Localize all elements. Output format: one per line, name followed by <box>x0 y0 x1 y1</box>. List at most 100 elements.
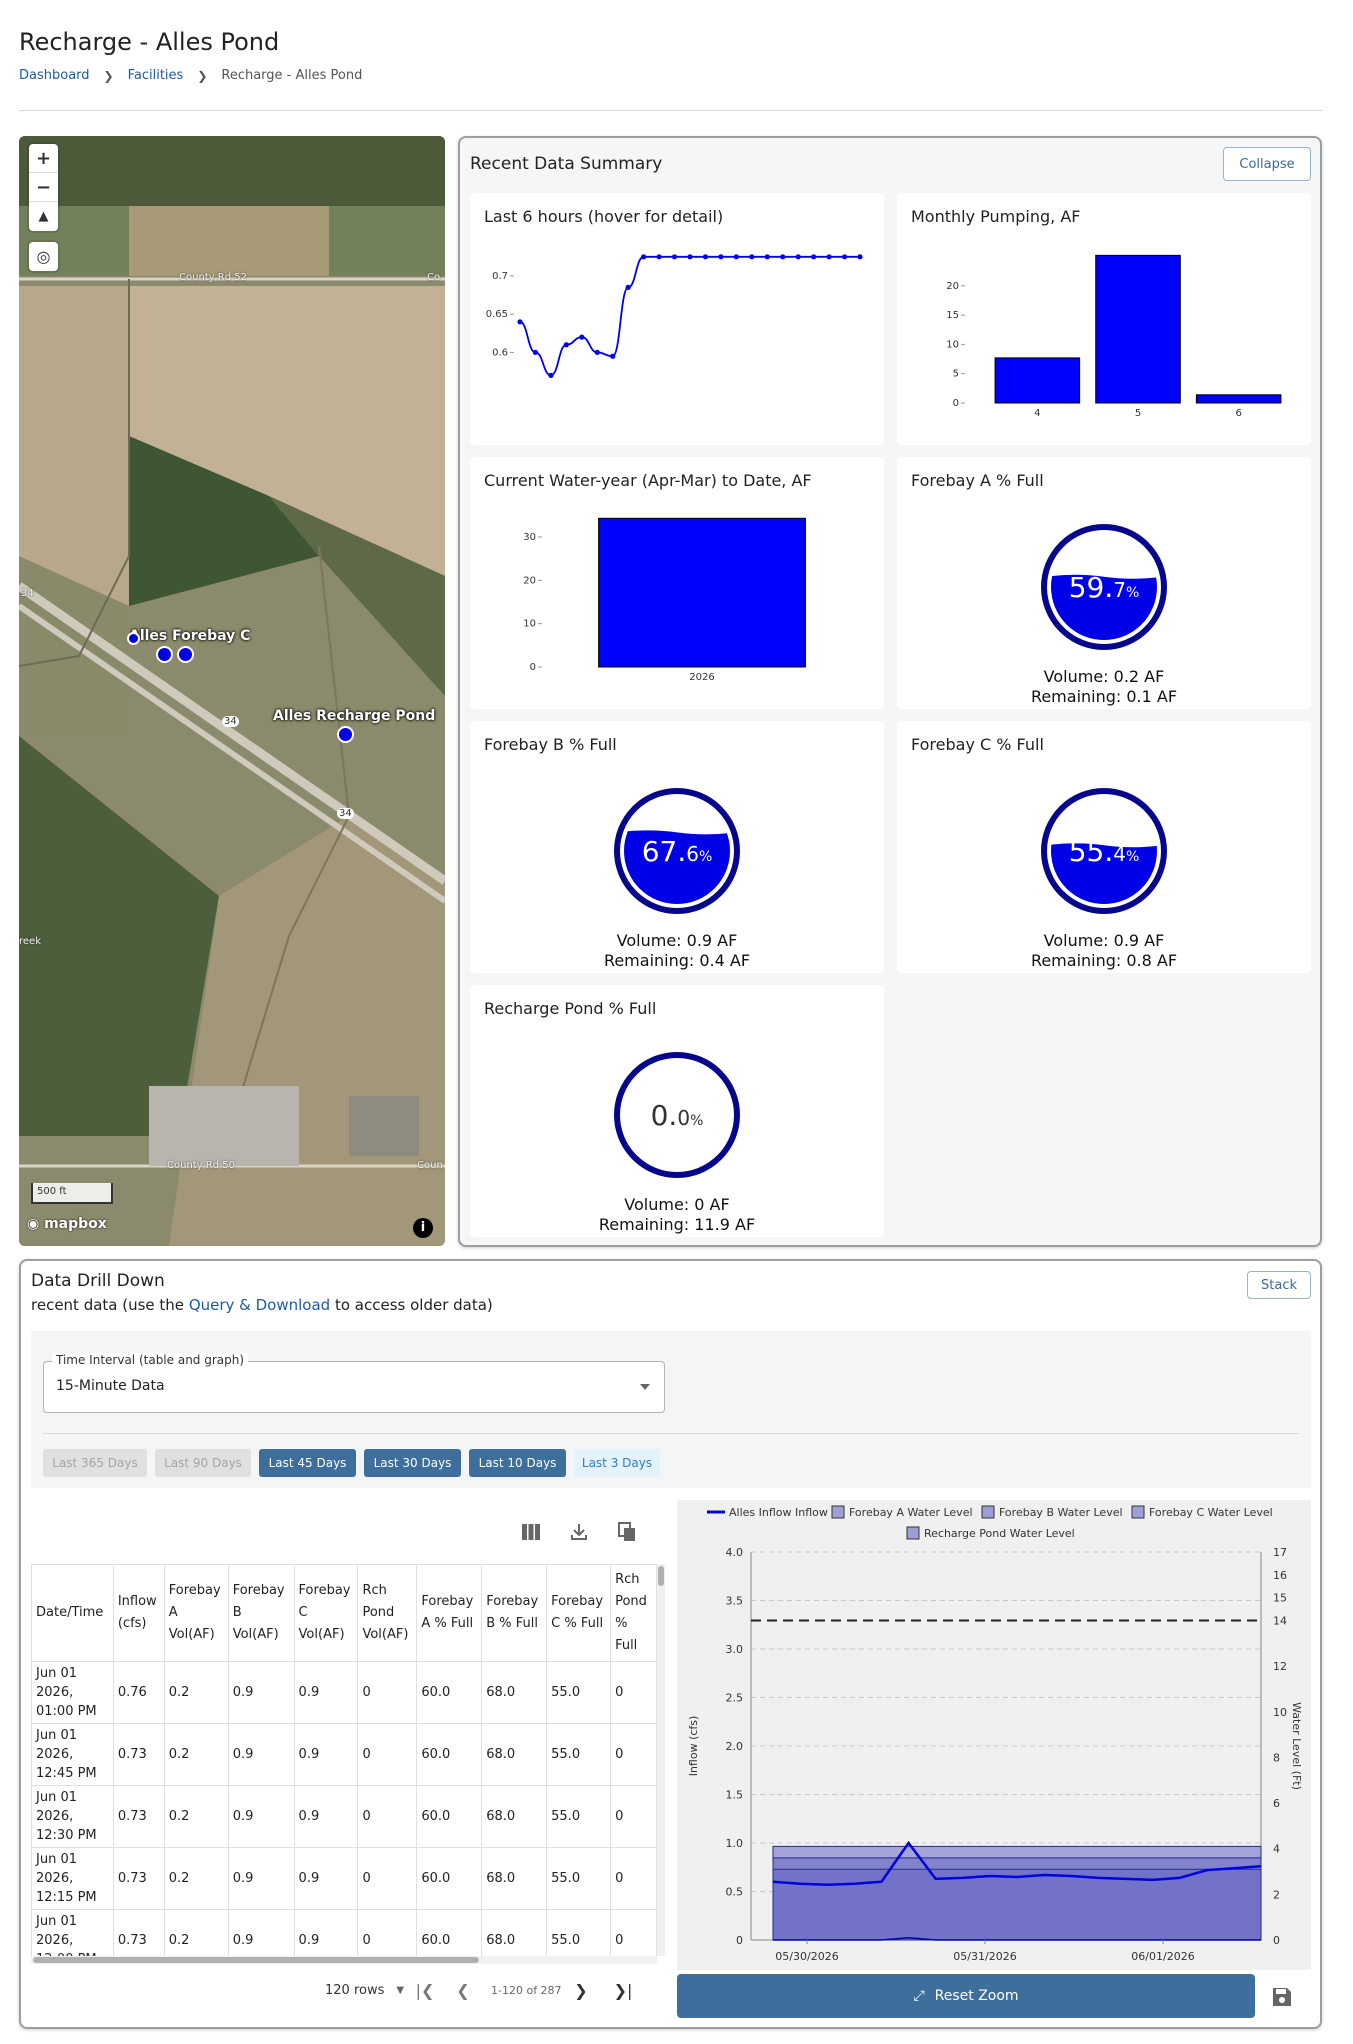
y-right-tick-label: 14 <box>1273 1614 1287 1627</box>
time-interval-select[interactable]: Time Interval (table and graph) 15-Minut… <box>43 1353 665 1413</box>
last-page-icon[interactable]: ❯| <box>611 1978 635 2002</box>
recharge-pond-volume: Volume: 0 AF <box>624 1195 730 1214</box>
table-cell: 0.9 <box>293 1661 359 1724</box>
water-year-bar-chart[interactable]: 0 10 20 30 2026 <box>470 457 884 709</box>
table-row[interactable]: Jun 01 2026, 12:45 PM 0.73 0.2 0.9 0.9 0 60.0 6… <box>31 1723 657 1786</box>
card-forebay-b: Forebay B % Full 67.6% Volume: 0.9 AF Re… <box>470 721 884 973</box>
breadcrumb-dashboard[interactable]: Dashboard <box>19 68 90 83</box>
y-tick-label: 0.7 <box>492 271 508 282</box>
scroll-thumb[interactable] <box>33 1957 479 1963</box>
zoom-in-button[interactable]: + <box>29 144 58 173</box>
column-header[interactable]: Forebay C % Full <box>546 1564 612 1662</box>
column-header[interactable]: Date/Time <box>31 1564 114 1662</box>
bar <box>1195 394 1282 404</box>
compass-button[interactable]: ▲ <box>29 202 58 231</box>
copy-icon[interactable] <box>615 1520 639 1544</box>
data-table-area: Date/Time Inflow (cfs) Forebay A Vol(AF)… <box>31 1500 665 2020</box>
query-download-link[interactable]: Query & Download <box>189 1296 330 1314</box>
data-point <box>610 353 616 359</box>
range-30-days-button[interactable]: Last 30 Days <box>364 1449 461 1477</box>
column-header[interactable]: Rch Pond % Full <box>610 1564 657 1662</box>
table-cell: 0 <box>357 1909 418 1956</box>
table-cell: 0.2 <box>163 1847 229 1910</box>
data-point <box>826 254 832 260</box>
map-marker-recharge-pond[interactable] <box>337 726 354 743</box>
data-point <box>548 372 554 378</box>
data-point <box>811 254 817 260</box>
table-cell: 0 <box>610 1723 657 1786</box>
map-marker-forebay-b[interactable] <box>156 646 173 663</box>
table-cell: 68.0 <box>481 1661 548 1724</box>
table-cell: 0.9 <box>227 1723 295 1786</box>
column-header[interactable]: Forebay A Vol(AF) <box>163 1564 229 1662</box>
column-header[interactable]: Inflow (cfs) <box>112 1564 165 1662</box>
legend-swatch <box>831 1505 845 1519</box>
y-tick-label: 5 <box>953 369 959 380</box>
info-icon[interactable]: i <box>413 1218 433 1238</box>
map-marker-forebay-a[interactable] <box>127 632 140 645</box>
collapse-button[interactable]: Collapse <box>1223 147 1311 181</box>
save-icon[interactable] <box>1271 1986 1293 2008</box>
drill-down-time-series-chart[interactable]: Alles Inflow Inflow Forebay A Water Level… <box>677 1500 1311 1970</box>
column-header[interactable]: Rch Pond Vol(AF) <box>357 1564 418 1662</box>
satellite-map[interactable]: + − ▲ ◎ County Rd 52 Co County Rd 50 Cou… <box>19 136 445 1246</box>
map-marker-forebay-c[interactable] <box>177 646 194 663</box>
first-page-icon[interactable]: |❮ <box>413 1978 437 2002</box>
table-cell: 0.9 <box>293 1909 359 1956</box>
table-cell: Jun 01 2026, 12:30 PM <box>31 1785 114 1848</box>
reset-zoom-button[interactable]: ⤢ Reset Zoom <box>677 1974 1255 2018</box>
table-scroll-container[interactable]: Date/Time Inflow (cfs) Forebay A Vol(AF)… <box>31 1564 657 1956</box>
scroll-thumb[interactable] <box>658 1566 664 1586</box>
y-tick-label: 0 <box>953 398 959 409</box>
columns-icon[interactable] <box>519 1520 543 1544</box>
table-cell: 0 <box>610 1785 657 1848</box>
y-left-tick-label: 0.5 <box>726 1886 744 1899</box>
column-header[interactable]: Forebay B Vol(AF) <box>227 1564 295 1662</box>
table-cell: 0 <box>357 1785 418 1848</box>
table-row[interactable]: Jun 01 2026, 12:15 PM 0.73 0.2 0.9 0.9 0 60.0 6… <box>31 1847 657 1910</box>
gauge-value: 0.0% <box>651 1099 704 1132</box>
table-body: Jun 01 2026, 01:00 PM 0.76 0.2 0.9 0.9 0 60.0 6… <box>31 1661 657 1956</box>
rows-per-page-select[interactable]: 120 rows ▼ <box>325 1978 404 2002</box>
next-page-icon[interactable]: ❯ <box>569 1978 593 2002</box>
column-header[interactable]: Forebay A % Full <box>416 1564 483 1662</box>
table-row[interactable]: Jun 01 2026, 12:00 PM0.730.20.90.9060.06… <box>31 1909 657 1956</box>
table-row[interactable]: Jun 01 2026, 01:00 PM 0.76 0.2 0.9 0.9 0 60.0 6… <box>31 1661 657 1724</box>
previous-page-icon[interactable]: ❮ <box>451 1978 475 2002</box>
range-45-days-button[interactable]: Last 45 Days <box>259 1449 356 1477</box>
y-left-tick-label: 4.0 <box>726 1546 744 1559</box>
data-point <box>671 254 678 260</box>
last-6-hours-line-chart[interactable]: 0.6 0.65 0.7 <box>470 193 884 445</box>
horizontal-scrollbar[interactable] <box>31 1956 657 1964</box>
range-3-days-button[interactable]: Last 3 Days <box>574 1449 660 1477</box>
zoom-out-button[interactable]: − <box>29 173 58 202</box>
table-cell: 0.2 <box>163 1909 229 1956</box>
table-cell: 0 <box>357 1723 418 1786</box>
column-header[interactable]: Forebay B % Full <box>481 1564 548 1662</box>
y-left-tick-label: 3.0 <box>726 1643 744 1656</box>
stack-button[interactable]: Stack <box>1247 1271 1311 1299</box>
y-right-tick-label: 12 <box>1273 1660 1287 1673</box>
y-left-tick-label: 1.5 <box>726 1789 744 1802</box>
creek-label: reek <box>19 936 41 947</box>
card-forebay-a: Forebay A % Full 59.7% Volume: 0.2 AF Re… <box>897 457 1311 709</box>
table-row[interactable]: Jun 01 2026, 12:30 PM 0.73 0.2 0.9 0.9 0 60.0 6… <box>31 1785 657 1848</box>
data-point <box>563 342 569 348</box>
range-10-days-button[interactable]: Last 10 Days <box>469 1449 566 1477</box>
download-icon[interactable] <box>567 1520 591 1544</box>
table-cell: 0 <box>610 1909 657 1956</box>
legend-label: Recharge Pond Water Level <box>924 1527 1075 1540</box>
x-tick-label: 6 <box>1235 408 1241 419</box>
monthly-pumping-bar-chart[interactable]: 0 5 10 15 20 4 5 6 <box>897 193 1311 445</box>
breadcrumb-facilities[interactable]: Facilities <box>128 68 184 83</box>
dropdown-arrow-icon: ▼ <box>396 1984 405 1996</box>
column-header[interactable]: Forebay C Vol(AF) <box>293 1564 359 1662</box>
range-90-days-button[interactable]: Last 90 Days <box>155 1449 251 1477</box>
dropdown-arrow-icon <box>640 1384 650 1390</box>
table-cell: 0.76 <box>112 1661 165 1724</box>
gauge-value-percent: % <box>699 849 712 865</box>
vertical-scrollbar[interactable] <box>657 1564 665 1956</box>
geolocate-button[interactable]: ◎ <box>29 242 58 271</box>
recharge-pond-remaining: Remaining: 11.9 AF <box>598 1215 756 1234</box>
range-365-days-button[interactable]: Last 365 Days <box>43 1449 147 1477</box>
